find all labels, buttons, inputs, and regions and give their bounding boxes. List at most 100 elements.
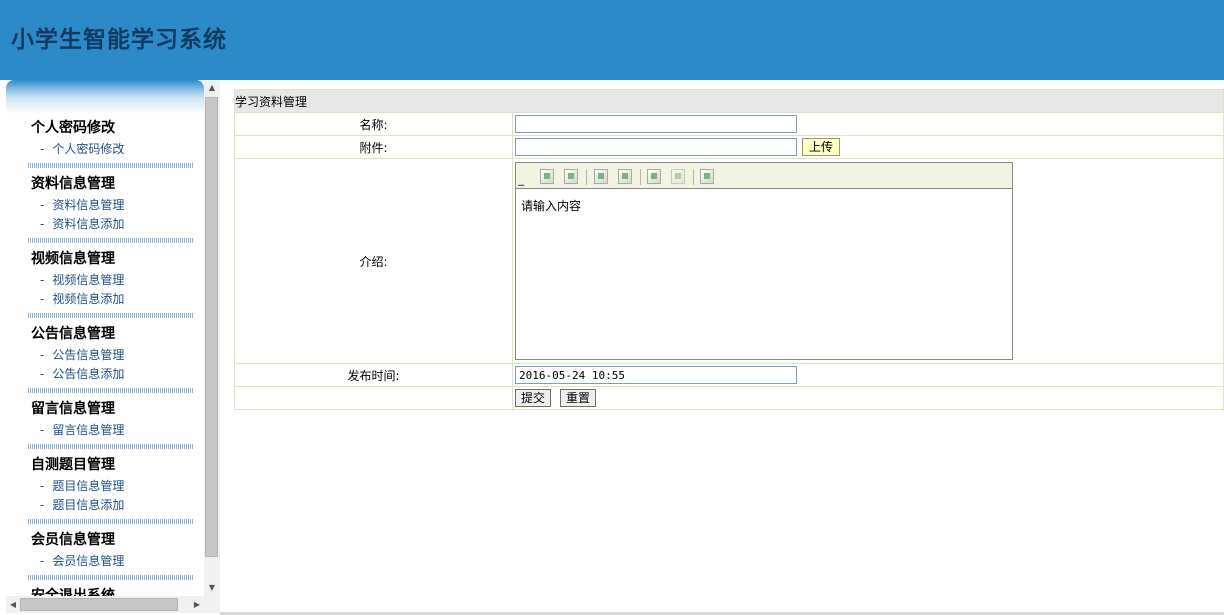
publish-time-input[interactable]: [515, 366, 797, 384]
menu-item-dash: -: [40, 498, 45, 512]
sidebar-menu: 个人密码修改 - 个人密码修改 资料信息管理 - 资料信息管理 - 资料信息添加 视频信息管理 -…: [6, 116, 204, 596]
menu-item-dash: -: [40, 292, 45, 306]
menu-separator: [28, 575, 194, 580]
menu-group: 个人密码修改 - 个人密码修改: [6, 116, 204, 168]
sidebar-item[interactable]: - 公告信息添加: [6, 365, 204, 384]
menu-item-dash: -: [40, 273, 45, 287]
sidebar: 个人密码修改 - 个人密码修改 资料信息管理 - 资料信息管理 - 资料信息添加 视频信息管理 -…: [6, 80, 204, 596]
menu-item-dash: -: [40, 217, 45, 231]
menu-group-title[interactable]: 公告信息管理: [6, 322, 204, 346]
sidebar-item-label: 视频信息管理: [52, 273, 125, 287]
sidebar-item-label: 题目信息管理: [52, 479, 125, 493]
sidebar-item[interactable]: - 公告信息管理: [6, 346, 204, 365]
sidebar-item-label: 留言信息管理: [52, 423, 125, 437]
image-icon[interactable]: [564, 169, 578, 184]
material-form: 学习资料管理 名称: 附件: 上传 介绍: ▁ 请输入内容 发布时间: 2016…: [234, 89, 1224, 410]
publish-time-label: 发布时间:: [234, 363, 513, 387]
menu-group-title[interactable]: 安全退出系统: [6, 584, 204, 596]
sidebar-item[interactable]: - 题目信息管理: [6, 477, 204, 496]
table-icon[interactable]: [618, 169, 632, 184]
name-row: 名称:: [234, 112, 1224, 136]
menu-group: 公告信息管理 - 公告信息管理 - 公告信息添加: [6, 322, 204, 393]
menu-item-dash: -: [40, 479, 45, 493]
scrollbar-corner: [204, 596, 220, 613]
scroll-down-arrow-icon[interactable]: ▼: [204, 580, 220, 596]
grip-icon: ▁: [518, 177, 525, 186]
source-icon[interactable]: [700, 169, 714, 184]
menu-group: 安全退出系统: [6, 584, 204, 596]
sidebar-item[interactable]: - 留言信息管理: [6, 421, 204, 440]
table-icon[interactable]: [594, 169, 608, 184]
menu-group-title[interactable]: 视频信息管理: [6, 247, 204, 271]
attachment-label: 附件:: [234, 135, 513, 159]
menu-group: 会员信息管理 - 会员信息管理: [6, 528, 204, 580]
toolbar-divider: [586, 169, 587, 185]
app-title: 小学生智能学习系统: [11, 26, 227, 53]
menu-group-title[interactable]: 个人密码修改: [6, 116, 204, 140]
form-caption: 学习资料管理: [234, 89, 1224, 113]
actions-row: 提交 重置: [234, 386, 1224, 410]
scroll-right-arrow-icon[interactable]: ▶: [190, 596, 204, 613]
scroll-left-arrow-icon[interactable]: ◀: [6, 596, 20, 613]
scrollbar-thumb-horizontal[interactable]: [20, 598, 178, 611]
actions-label-cell: [234, 386, 513, 410]
intro-label: 介绍:: [234, 158, 513, 364]
submit-button[interactable]: 提交: [515, 389, 552, 407]
toolbar-divider: [693, 169, 694, 185]
intro-row: 介绍: ▁ 请输入内容: [234, 158, 1224, 364]
media-icon[interactable]: [671, 169, 685, 184]
menu-group-title[interactable]: 留言信息管理: [6, 397, 204, 421]
menu-separator: [28, 519, 194, 524]
sidebar-item-label: 资料信息管理: [52, 198, 125, 212]
sidebar-item-label: 个人密码修改: [52, 142, 125, 156]
menu-group: 自测题目管理 - 题目信息管理 - 题目信息添加: [6, 453, 204, 524]
sidebar-item[interactable]: - 资料信息管理: [6, 196, 204, 215]
menu-item-dash: -: [40, 423, 45, 437]
sidebar-item[interactable]: - 视频信息管理: [6, 271, 204, 290]
menu-group: 留言信息管理 - 留言信息管理: [6, 397, 204, 449]
editor-body[interactable]: 请输入内容: [516, 189, 1012, 359]
sidebar-item-label: 会员信息管理: [52, 554, 125, 568]
menu-item-dash: -: [40, 554, 45, 568]
image-icon[interactable]: [540, 169, 554, 184]
sidebar-vertical-scrollbar[interactable]: ▲ ▼: [204, 80, 220, 596]
form-caption-row: 学习资料管理: [234, 89, 1224, 113]
name-input[interactable]: [515, 115, 797, 133]
menu-item-dash: -: [40, 142, 45, 156]
menu-separator: [28, 238, 194, 243]
menu-group-title[interactable]: 自测题目管理: [6, 453, 204, 477]
attachment-input[interactable]: [515, 138, 797, 156]
sidebar-item-label: 视频信息添加: [52, 292, 125, 306]
main-content: 学习资料管理 名称: 附件: 上传 介绍: ▁ 请输入内容 发布时间: 2016…: [234, 89, 1224, 410]
editor-toolbar: ▁: [516, 163, 1012, 189]
menu-separator: [28, 444, 194, 449]
upload-button[interactable]: 上传: [802, 138, 841, 156]
menu-separator: [28, 163, 194, 168]
header-bar: 小学生智能学习系统: [0, 0, 1224, 80]
media-icon[interactable]: [647, 169, 661, 184]
menu-group: 资料信息管理 - 资料信息管理 - 资料信息添加: [6, 172, 204, 243]
menu-group-title[interactable]: 资料信息管理: [6, 172, 204, 196]
menu-item-dash: -: [40, 367, 45, 381]
scrollbar-thumb[interactable]: [205, 97, 218, 557]
menu-item-dash: -: [40, 348, 45, 362]
reset-button[interactable]: 重置: [560, 389, 597, 407]
name-label: 名称:: [234, 112, 513, 136]
sidebar-item[interactable]: - 资料信息添加: [6, 215, 204, 234]
sidebar-item[interactable]: - 视频信息添加: [6, 290, 204, 309]
publish-time-row: 发布时间:: [234, 363, 1224, 387]
menu-item-dash: -: [40, 198, 45, 212]
toolbar-divider: [640, 169, 641, 185]
menu-separator: [28, 388, 194, 393]
sidebar-item[interactable]: - 题目信息添加: [6, 496, 204, 515]
sidebar-horizontal-scrollbar[interactable]: ◀ ▶: [6, 596, 204, 613]
scroll-up-arrow-icon[interactable]: ▲: [204, 80, 220, 96]
sidebar-frame: 个人密码修改 - 个人密码修改 资料信息管理 - 资料信息管理 - 资料信息添加 视频信息管理 -…: [0, 80, 220, 615]
menu-group-title[interactable]: 会员信息管理: [6, 528, 204, 552]
sidebar-item[interactable]: - 个人密码修改: [6, 140, 204, 159]
rich-text-editor[interactable]: ▁ 请输入内容: [515, 162, 1013, 360]
sidebar-item-label: 公告信息添加: [52, 367, 125, 381]
sidebar-item-label: 题目信息添加: [52, 498, 125, 512]
attachment-row: 附件: 上传: [234, 135, 1224, 159]
sidebar-item[interactable]: - 会员信息管理: [6, 552, 204, 571]
